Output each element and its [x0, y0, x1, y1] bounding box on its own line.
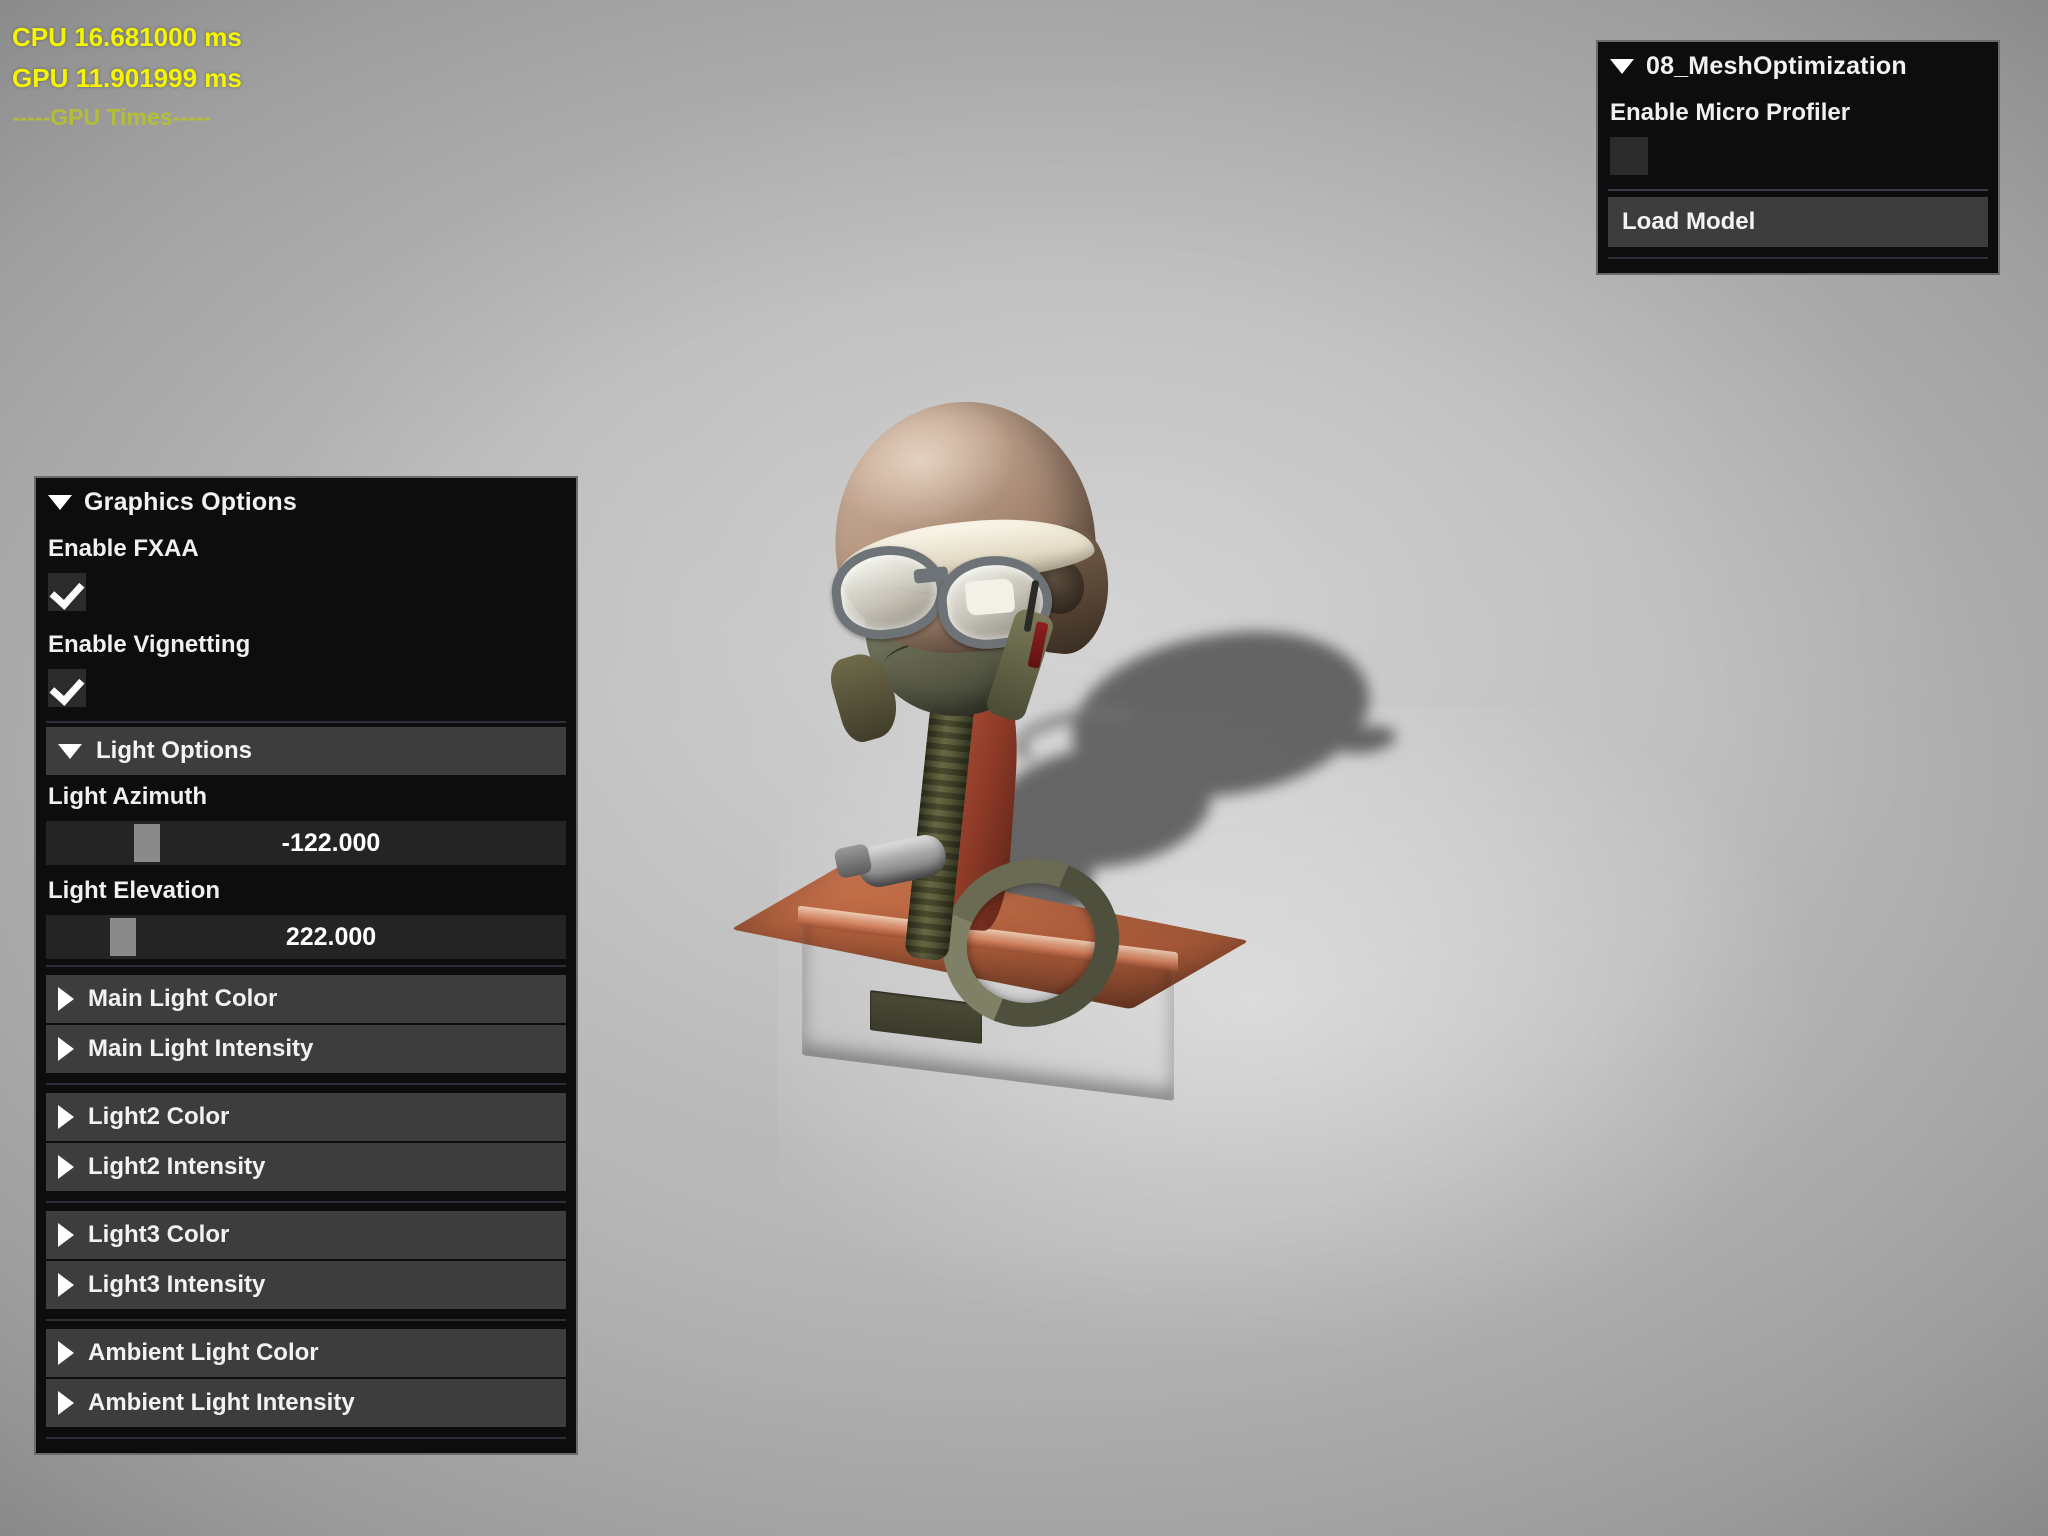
- app-panel-header[interactable]: 08_MeshOptimization: [1598, 42, 1998, 93]
- enable-fxaa-label: Enable FXAA: [48, 535, 199, 562]
- row-light2-color[interactable]: Light2 Color: [46, 1093, 566, 1141]
- row-ambient-light-intensity[interactable]: Ambient Light Intensity: [46, 1379, 566, 1427]
- row-label: Ambient Light Intensity: [88, 1389, 355, 1416]
- triangle-right-icon[interactable]: [58, 1273, 74, 1297]
- triangle-down-icon[interactable]: [1610, 59, 1634, 74]
- row-label: Main Light Color: [88, 985, 278, 1012]
- row-label: Light3 Intensity: [88, 1271, 266, 1298]
- row-label: Main Light Intensity: [88, 1035, 314, 1062]
- enable-fxaa-checkbox[interactable]: [48, 573, 86, 611]
- enable-vignetting-label: Enable Vignetting: [48, 631, 251, 658]
- light-azimuth-label: Light Azimuth: [48, 783, 208, 810]
- row-main-light-intensity[interactable]: Main Light Intensity: [46, 1025, 566, 1073]
- divider: [46, 721, 566, 723]
- enable-micro-profiler-checkbox[interactable]: [1610, 137, 1648, 175]
- row-ambient-light-color[interactable]: Ambient Light Color: [46, 1329, 566, 1377]
- graphics-panel-title: Graphics Options: [84, 488, 297, 516]
- load-model-button[interactable]: Load Model: [1608, 197, 1988, 247]
- triangle-right-icon[interactable]: [58, 1223, 74, 1247]
- divider: [1608, 189, 1988, 191]
- app-options-panel: 08_MeshOptimization Enable Micro Profile…: [1596, 40, 2000, 275]
- light-elevation-value: 222.000: [285, 922, 377, 951]
- light-elevation-label: Light Elevation: [48, 877, 221, 904]
- light-azimuth-slider[interactable]: -122.000: [46, 821, 566, 865]
- row-label: Light3 Color: [88, 1221, 230, 1248]
- divider: [1608, 257, 1988, 259]
- row-label: Light2 Color: [88, 1103, 230, 1130]
- triangle-down-icon[interactable]: [48, 495, 72, 510]
- row-label: Ambient Light Color: [88, 1339, 319, 1366]
- app-window: CPU 16.681000 ms GPU 11.901999 ms -----G…: [0, 0, 2048, 1536]
- divider: [46, 1319, 566, 1321]
- divider: [46, 965, 566, 967]
- cpu-time-text: CPU 16.681000 ms: [12, 22, 242, 52]
- light-options-title: Light Options: [96, 737, 252, 764]
- graphics-options-panel: Graphics Options Enable FXAA Enable Vign…: [34, 476, 578, 1455]
- graphics-panel-header[interactable]: Graphics Options: [36, 478, 576, 529]
- gpu-times-header: -----GPU Times-----: [12, 104, 211, 130]
- app-panel-title: 08_MeshOptimization: [1646, 52, 1907, 80]
- helmet-model[interactable]: [731, 391, 1360, 1140]
- row-label: Light2 Intensity: [88, 1153, 266, 1180]
- light-elevation-slider[interactable]: 222.000: [46, 915, 566, 959]
- row-light3-intensity[interactable]: Light3 Intensity: [46, 1261, 566, 1309]
- triangle-right-icon[interactable]: [58, 1037, 74, 1061]
- triangle-right-icon[interactable]: [58, 1105, 74, 1129]
- row-light2-intensity[interactable]: Light2 Intensity: [46, 1143, 566, 1191]
- enable-vignetting-checkbox[interactable]: [48, 669, 86, 707]
- divider: [46, 1083, 566, 1085]
- divider: [46, 1437, 566, 1439]
- triangle-right-icon[interactable]: [58, 1391, 74, 1415]
- gpu-time-text: GPU 11.901999 ms: [12, 63, 242, 93]
- enable-micro-profiler-label: Enable Micro Profiler: [1610, 99, 1851, 126]
- divider: [46, 1201, 566, 1203]
- triangle-right-icon[interactable]: [58, 1155, 74, 1179]
- goggle-lens-glint: [964, 577, 1016, 617]
- triangle-right-icon[interactable]: [58, 1341, 74, 1365]
- triangle-right-icon[interactable]: [58, 987, 74, 1011]
- row-light3-color[interactable]: Light3 Color: [46, 1211, 566, 1259]
- performance-overlay: CPU 16.681000 ms GPU 11.901999 ms -----G…: [12, 24, 242, 129]
- light-options-header[interactable]: Light Options: [46, 727, 566, 775]
- row-main-light-color[interactable]: Main Light Color: [46, 975, 566, 1023]
- triangle-down-icon[interactable]: [58, 743, 82, 759]
- light-azimuth-value: -122.000: [281, 828, 381, 857]
